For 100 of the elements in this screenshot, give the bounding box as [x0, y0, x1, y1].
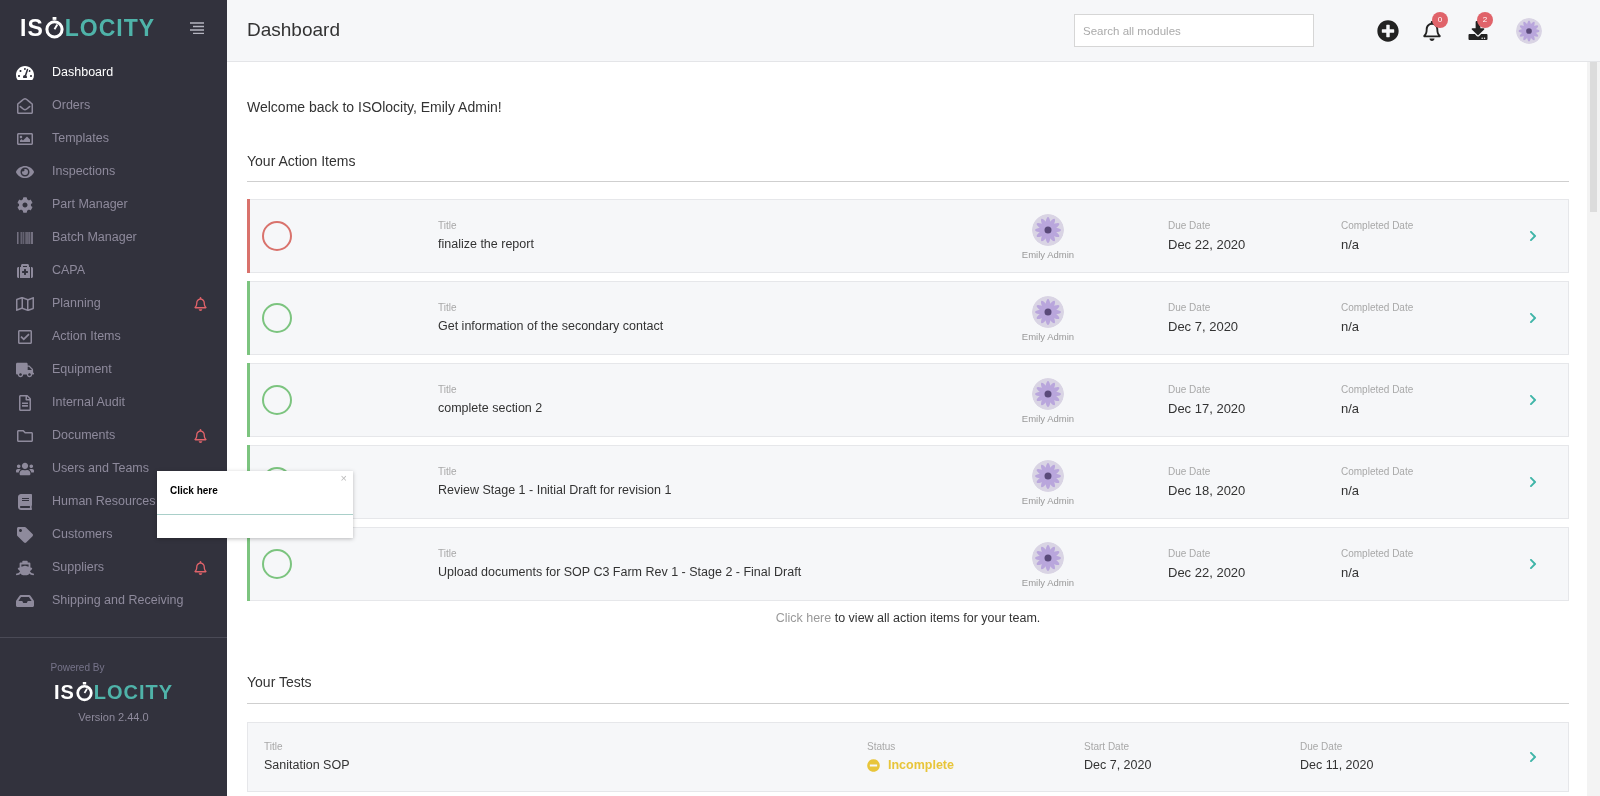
chevron-right-icon[interactable] [1528, 312, 1538, 324]
chevron-right-icon[interactable] [1528, 230, 1538, 242]
envelope-icon [16, 97, 34, 114]
ship-icon [16, 559, 34, 576]
sidebar-item[interactable]: Dashboard [0, 56, 227, 89]
document-icon [16, 394, 34, 411]
inbox-icon [16, 592, 34, 609]
field-label: Start Date [1084, 739, 1131, 754]
sidebar-item[interactable]: Internal Audit [0, 386, 227, 419]
item-title: Review Stage 1 - Initial Draft for revision 1 [438, 482, 673, 500]
item-title: complete section 2 [438, 400, 544, 418]
field-label: Due Date [1168, 382, 1212, 397]
dashboard-icon [16, 64, 34, 81]
chevron-right-icon[interactable] [1528, 394, 1538, 406]
assignee-name: Emily Admin [1021, 247, 1075, 262]
item-title: finalize the report [438, 236, 535, 254]
sidebar-item[interactable]: Planning [0, 287, 227, 320]
assignee-name: Emily Admin [1021, 575, 1075, 590]
truck-icon [16, 361, 34, 378]
version-label: Version 2.44.0 [78, 710, 149, 725]
add-icon[interactable] [1377, 19, 1399, 42]
chevron-right-icon[interactable] [1528, 476, 1538, 488]
action-item-card[interactable]: Title finalize the report Emily Admin Due Date Dec 22, 2020 Completed Date n/a [247, 199, 1569, 273]
completed-date: n/a [1341, 399, 1361, 418]
logo-text: LOCITY [64, 13, 156, 43]
chevron-right-icon[interactable] [1528, 750, 1538, 763]
tag-icon [16, 526, 34, 543]
field-label: Due Date [1168, 300, 1212, 315]
field-label: Completed Date [1341, 464, 1415, 479]
field-label: Completed Date [1341, 300, 1415, 315]
assignee-name: Emily Admin [1021, 329, 1075, 344]
close-button[interactable]: × [340, 473, 347, 484]
book-icon [16, 493, 34, 510]
map-icon [16, 295, 34, 312]
test-card[interactable]: Title Sanitation SOP Status Incomplete Start Date Dec 7, 2020 Due Date Dec 11, 2020 [247, 721, 1569, 792]
menu-icon[interactable] [189, 22, 205, 34]
view-all-note: Click here to view all action items for your team. [774, 610, 1042, 627]
sidebar-item[interactable]: CAPA [0, 254, 227, 287]
field-label: Title [438, 219, 458, 234]
sidebar-item[interactable]: Templates [0, 122, 227, 155]
due-date: Dec 18, 2020 [1168, 481, 1247, 500]
field-label: Completed Date [1341, 546, 1415, 561]
due-date: Dec 17, 2020 [1168, 399, 1247, 418]
sidebar-item[interactable]: Documents [0, 419, 227, 452]
welcome-message: Welcome back to ISOlocity, Emily Admin! [247, 98, 503, 117]
barcode-icon [16, 229, 34, 246]
logo-text: LOCITY [93, 680, 174, 705]
due-date: Dec 11, 2020 [1300, 756, 1375, 774]
field-label: Completed Date [1341, 218, 1415, 233]
stopwatch-icon [75, 682, 93, 702]
stopwatch-icon [44, 17, 64, 39]
completed-date: n/a [1341, 317, 1361, 336]
search-field[interactable]: Search all modules [1074, 14, 1314, 47]
sidebar-item[interactable]: Inspections [0, 155, 227, 188]
eye-icon [16, 163, 34, 180]
powered-by-label: Powered By [50, 661, 106, 675]
logo-text: IS [53, 680, 75, 705]
field-label: Completed Date [1341, 382, 1415, 397]
completed-date: n/a [1341, 235, 1361, 254]
image-icon [16, 130, 34, 147]
section-heading: Your Tests [247, 671, 1569, 704]
assignee-name: Emily Admin [1021, 411, 1075, 426]
tooltip-text: Click here [170, 484, 218, 498]
gear-icon [16, 196, 34, 213]
sidebar-item[interactable]: Batch Manager [0, 221, 227, 254]
checkbox-icon [16, 328, 34, 345]
due-date: Dec 22, 2020 [1168, 235, 1247, 254]
item-title: Upload documents for SOP C3 Farm Rev 1 - Stage 2 - Final Draft [438, 564, 803, 582]
field-label: Title [438, 547, 458, 562]
due-date: Dec 7, 2020 [1168, 317, 1240, 336]
field-label: Title [264, 739, 284, 754]
sidebar-item[interactable]: Shipping and Receiving [0, 584, 227, 617]
page-title: Dashboard [247, 18, 341, 43]
item-title: Get information of the secondary contact [438, 318, 665, 336]
count-badge: 0 [1432, 11, 1448, 28]
sidebar-item[interactable]: Orders [0, 89, 227, 122]
start-date: Dec 7, 2020 [1084, 756, 1153, 774]
sidebar-item[interactable]: Part Manager [0, 188, 227, 221]
sidebar-item[interactable]: Users and Teams [0, 452, 227, 485]
field-label: Due Date [1168, 464, 1212, 479]
folder-icon [16, 427, 34, 444]
scrollbar[interactable] [1587, 62, 1600, 796]
field-label: Due Date [1168, 546, 1212, 561]
field-label: Due Date [1300, 739, 1344, 754]
test-status: Incomplete [888, 756, 954, 774]
action-item-card[interactable]: Title Upload documents for SOP C3 Farm Rev 1 - Stage 2 - Final Draft Emily Admin Due Date Dec 22, 2020 Completed Date n/a [247, 527, 1569, 601]
field-label: Due Date [1168, 218, 1212, 233]
field-label: Title [438, 465, 458, 480]
chevron-right-icon[interactable] [1528, 558, 1538, 570]
sidebar-item[interactable]: Suppliers [0, 551, 227, 584]
completed-date: n/a [1341, 481, 1361, 500]
sidebar-item[interactable]: Customers [0, 518, 227, 551]
action-item-card[interactable]: Title complete section 2 Emily Admin Due Date Dec 17, 2020 Completed Date n/a [247, 363, 1569, 437]
users-icon [16, 460, 34, 477]
action-item-card[interactable]: Title Get information of the secondary contact Emily Admin Due Date Dec 7, 2020 Completed Date n/a [247, 281, 1569, 355]
click-here-link[interactable]: Click here [775, 611, 832, 625]
count-badge: 2 [1477, 12, 1493, 28]
field-label: Status [867, 739, 897, 754]
sidebar-item[interactable]: Action Items [0, 320, 227, 353]
sidebar-item[interactable]: Equipment [0, 353, 227, 386]
